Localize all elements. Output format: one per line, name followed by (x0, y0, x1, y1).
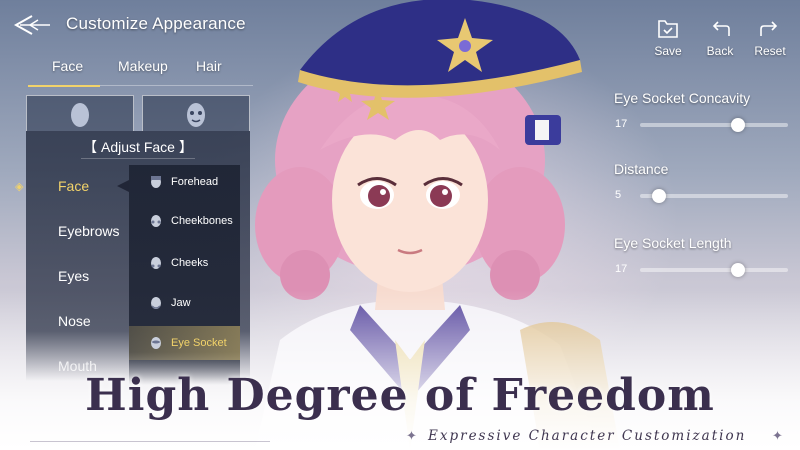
distance-slider[interactable] (640, 189, 788, 203)
eye-socket-concavity-label: Eye Socket Concavity (614, 90, 751, 106)
category-nose[interactable]: Nose (58, 313, 91, 329)
slider-knob[interactable] (730, 118, 745, 132)
adjust-panel-divider (81, 158, 195, 159)
slider-knob[interactable] (730, 263, 745, 277)
sub-item-label: Cheekbones (171, 215, 233, 227)
category-eyes[interactable]: Eyes (58, 268, 89, 284)
category-face[interactable]: Face (58, 178, 89, 194)
promo-headline: High Degree of Freedom (85, 370, 715, 421)
active-category-bullet-icon: ◈ (15, 181, 24, 193)
back-arrow-button[interactable] (10, 12, 54, 38)
face-part-sub-panel: Forehead Cheekbones Cheeks Jaw Eye Socke… (129, 165, 240, 385)
back-label: Back (706, 44, 734, 58)
distance-value: 5 (615, 189, 622, 201)
tab-makeup[interactable]: Makeup (118, 58, 168, 74)
sub-item-label: Forehead (171, 176, 219, 188)
sparkle-left-icon: ✦ (406, 428, 417, 443)
sub-panel-pointer (117, 180, 129, 192)
sparkle-right-icon: ✦ (772, 428, 783, 443)
category-eyebrows[interactable]: Eyebrows (58, 223, 119, 239)
cheekbones-icon (151, 215, 161, 227)
reset-button[interactable]: Reset (750, 18, 790, 58)
sub-item-cheeks[interactable]: Cheeks (129, 246, 240, 280)
bottom-divider (30, 441, 270, 442)
page-title: Customize Appearance (66, 14, 246, 33)
eye-socket-length-slider[interactable] (640, 263, 788, 277)
sub-item-forehead[interactable]: Forehead (129, 165, 240, 199)
tab-active-indicator (28, 85, 100, 87)
sub-item-label: Cheeks (171, 257, 209, 269)
jaw-icon (151, 297, 161, 309)
save-button[interactable]: Save (648, 18, 688, 58)
sub-item-jaw[interactable]: Jaw (129, 286, 240, 320)
cheeks-icon (151, 257, 161, 269)
sub-item-cheekbones[interactable]: Cheekbones (129, 204, 240, 238)
eye-socket-concavity-value: 17 (615, 118, 628, 130)
face-features-mode-card[interactable] (142, 95, 250, 131)
adjust-panel-title: 【 Adjust Face 】 (83, 139, 193, 155)
forehead-icon (151, 176, 161, 188)
save-label: Save (654, 44, 682, 58)
eye-socket-icon (151, 337, 161, 349)
reset-icon (760, 21, 778, 36)
face-detail-icon (187, 103, 205, 127)
tab-face[interactable]: Face (52, 58, 83, 74)
reset-label: Reset (754, 44, 786, 58)
distance-label: Distance (614, 161, 669, 177)
promo-subline: Expressive Character Customization (428, 428, 747, 444)
sub-item-eye-socket[interactable]: Eye Socket (129, 326, 240, 360)
face-shape-mode-card[interactable] (26, 95, 134, 131)
sub-item-label: Eye Socket (171, 337, 227, 349)
tab-hair[interactable]: Hair (196, 58, 222, 74)
eye-socket-length-value: 17 (615, 263, 628, 275)
customize-tabs: Face Makeup Hair (28, 58, 253, 87)
undo-icon (712, 21, 730, 36)
eye-socket-concavity-slider[interactable] (640, 118, 788, 132)
back-button[interactable]: Back (700, 18, 740, 58)
sub-item-label: Jaw (171, 297, 191, 309)
back-arrow-icon (13, 15, 50, 35)
head-silhouette-icon (71, 103, 89, 127)
eye-socket-length-label: Eye Socket Length (614, 235, 732, 251)
save-icon (658, 20, 678, 38)
